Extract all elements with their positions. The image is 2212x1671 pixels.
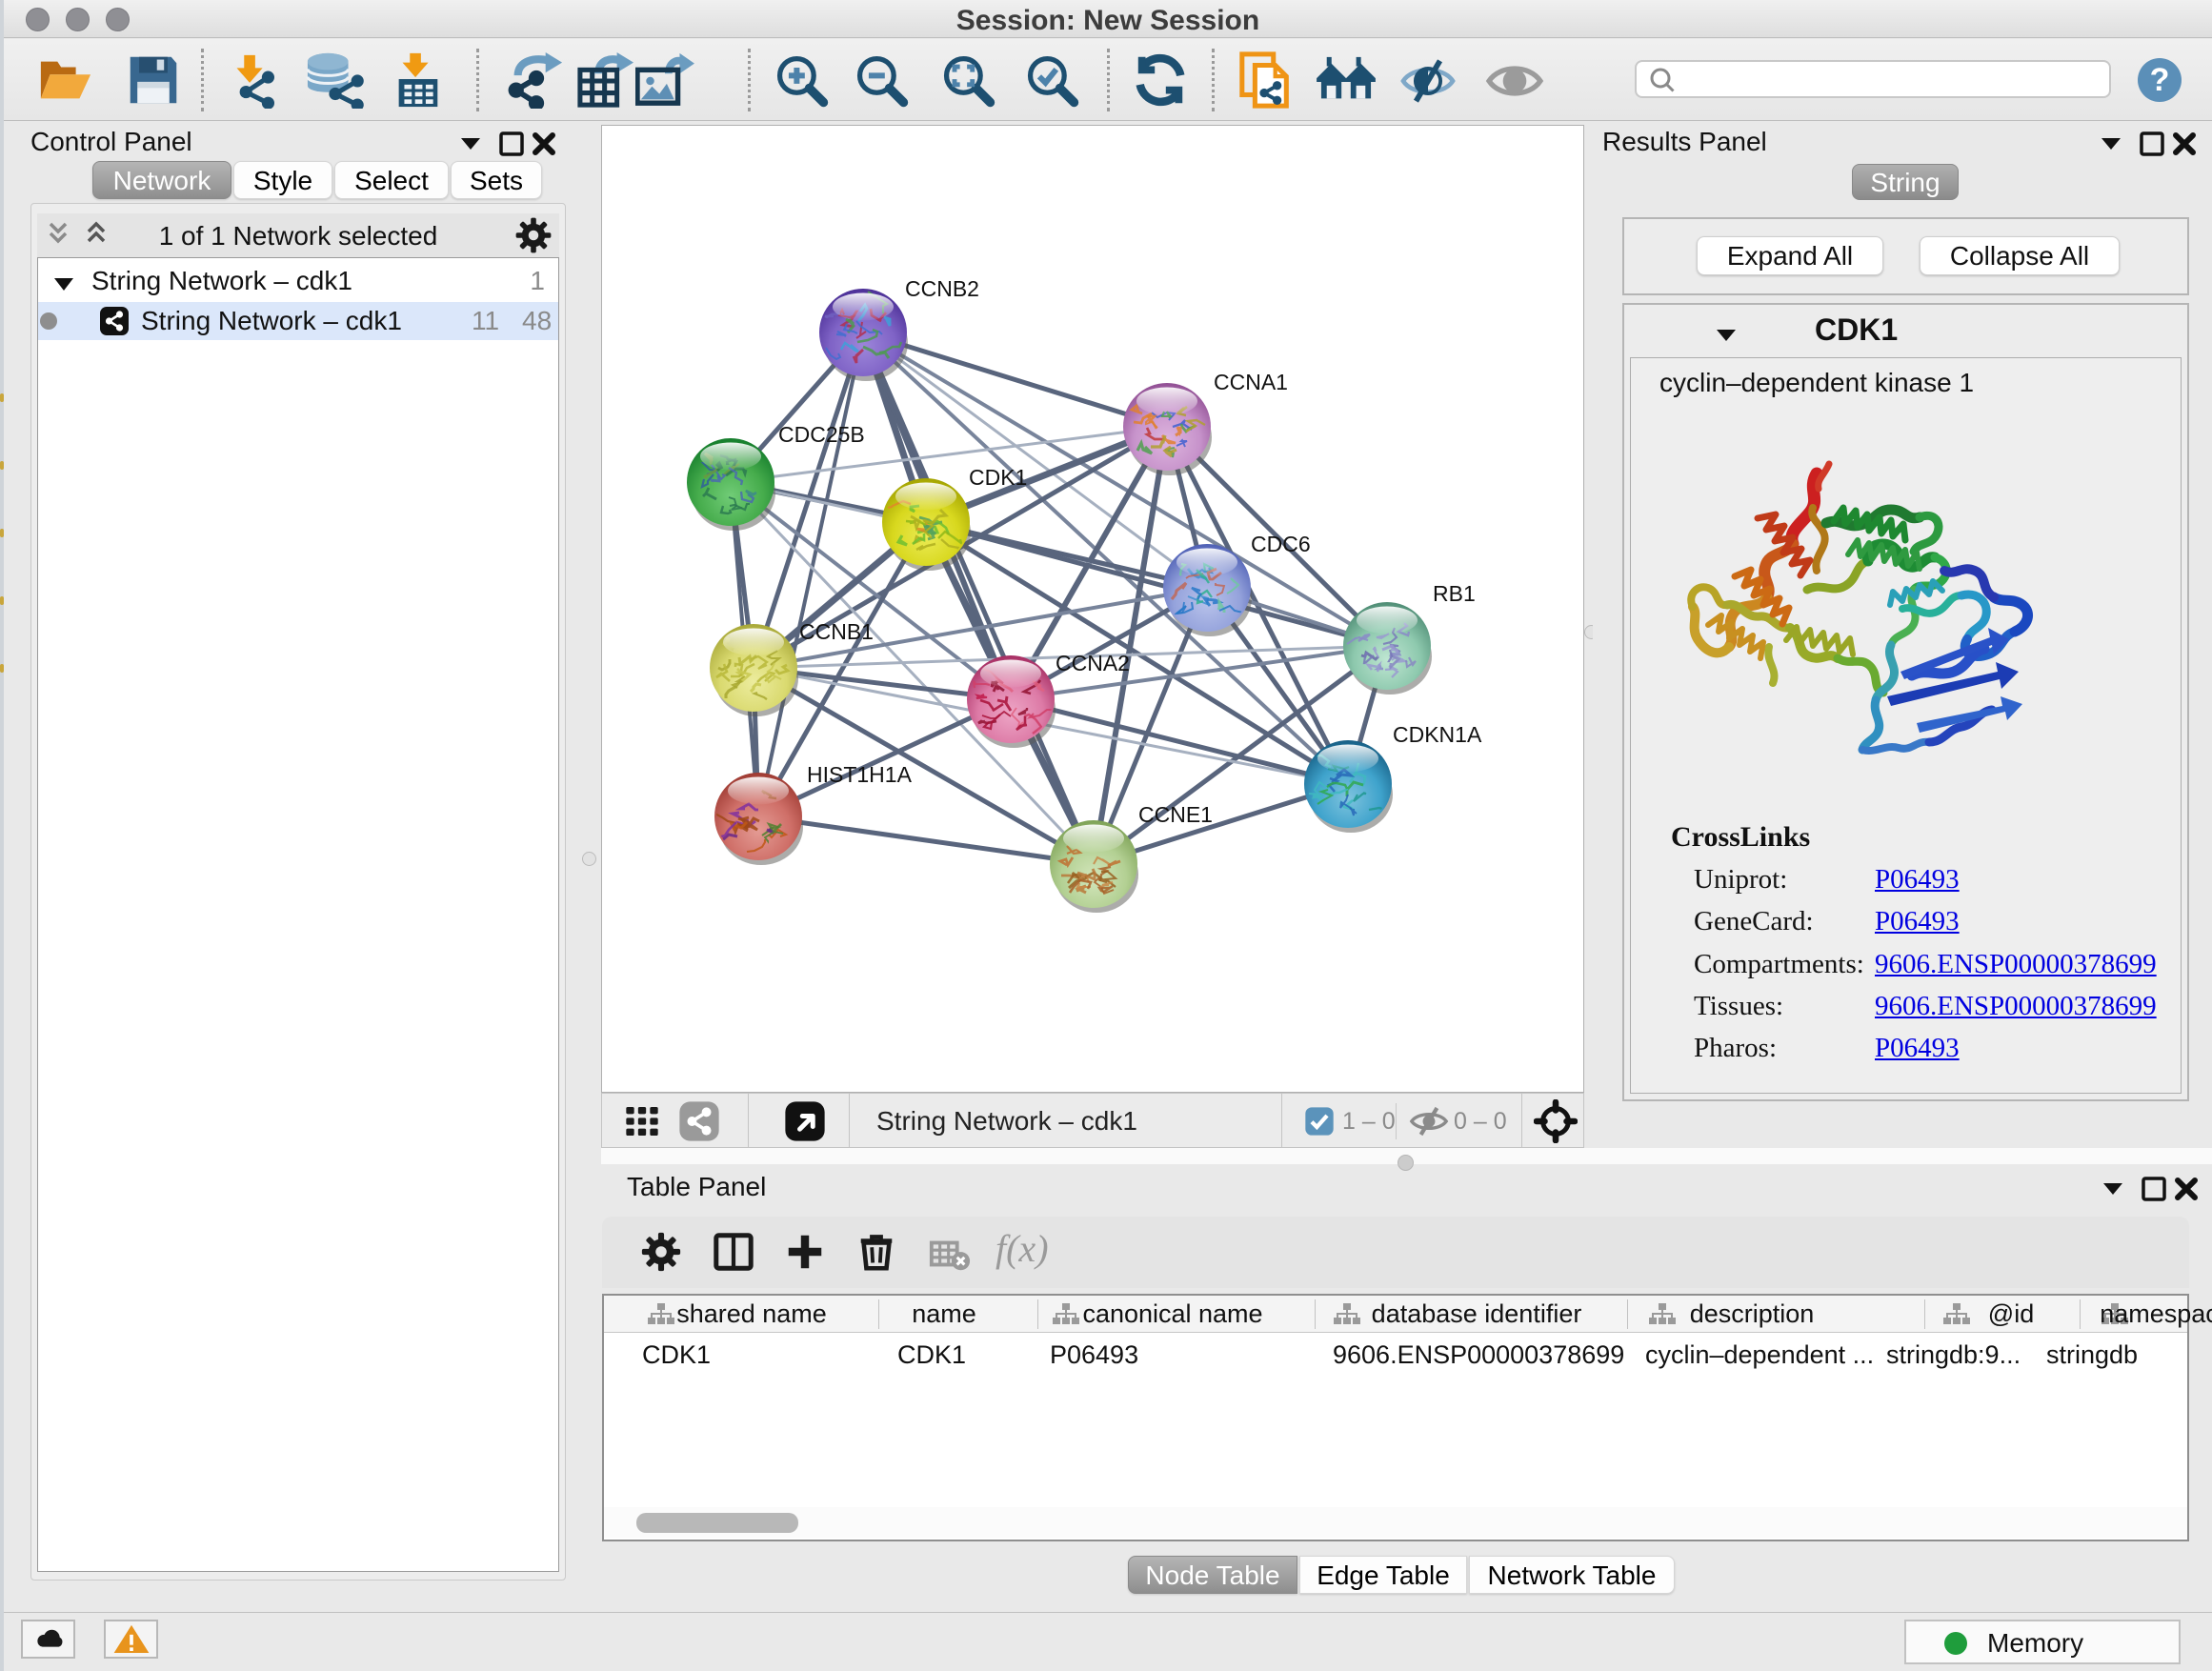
svg-text:CCNA1: CCNA1 [1214, 370, 1288, 394]
svg-text:CCNB1: CCNB1 [799, 619, 874, 644]
svg-text:CDKN1A: CDKN1A [1393, 722, 1482, 747]
svg-text:CDC6: CDC6 [1251, 532, 1311, 556]
svg-text:HIST1H1A: HIST1H1A [807, 762, 913, 787]
svg-text:CDC25B: CDC25B [778, 422, 865, 447]
svg-text:CCNE1: CCNE1 [1138, 802, 1213, 827]
svg-text:CCNA2: CCNA2 [1056, 651, 1130, 675]
svg-text:CDK1: CDK1 [969, 465, 1027, 490]
svg-text:CCNB2: CCNB2 [905, 276, 979, 301]
svg-text:RB1: RB1 [1433, 581, 1476, 606]
